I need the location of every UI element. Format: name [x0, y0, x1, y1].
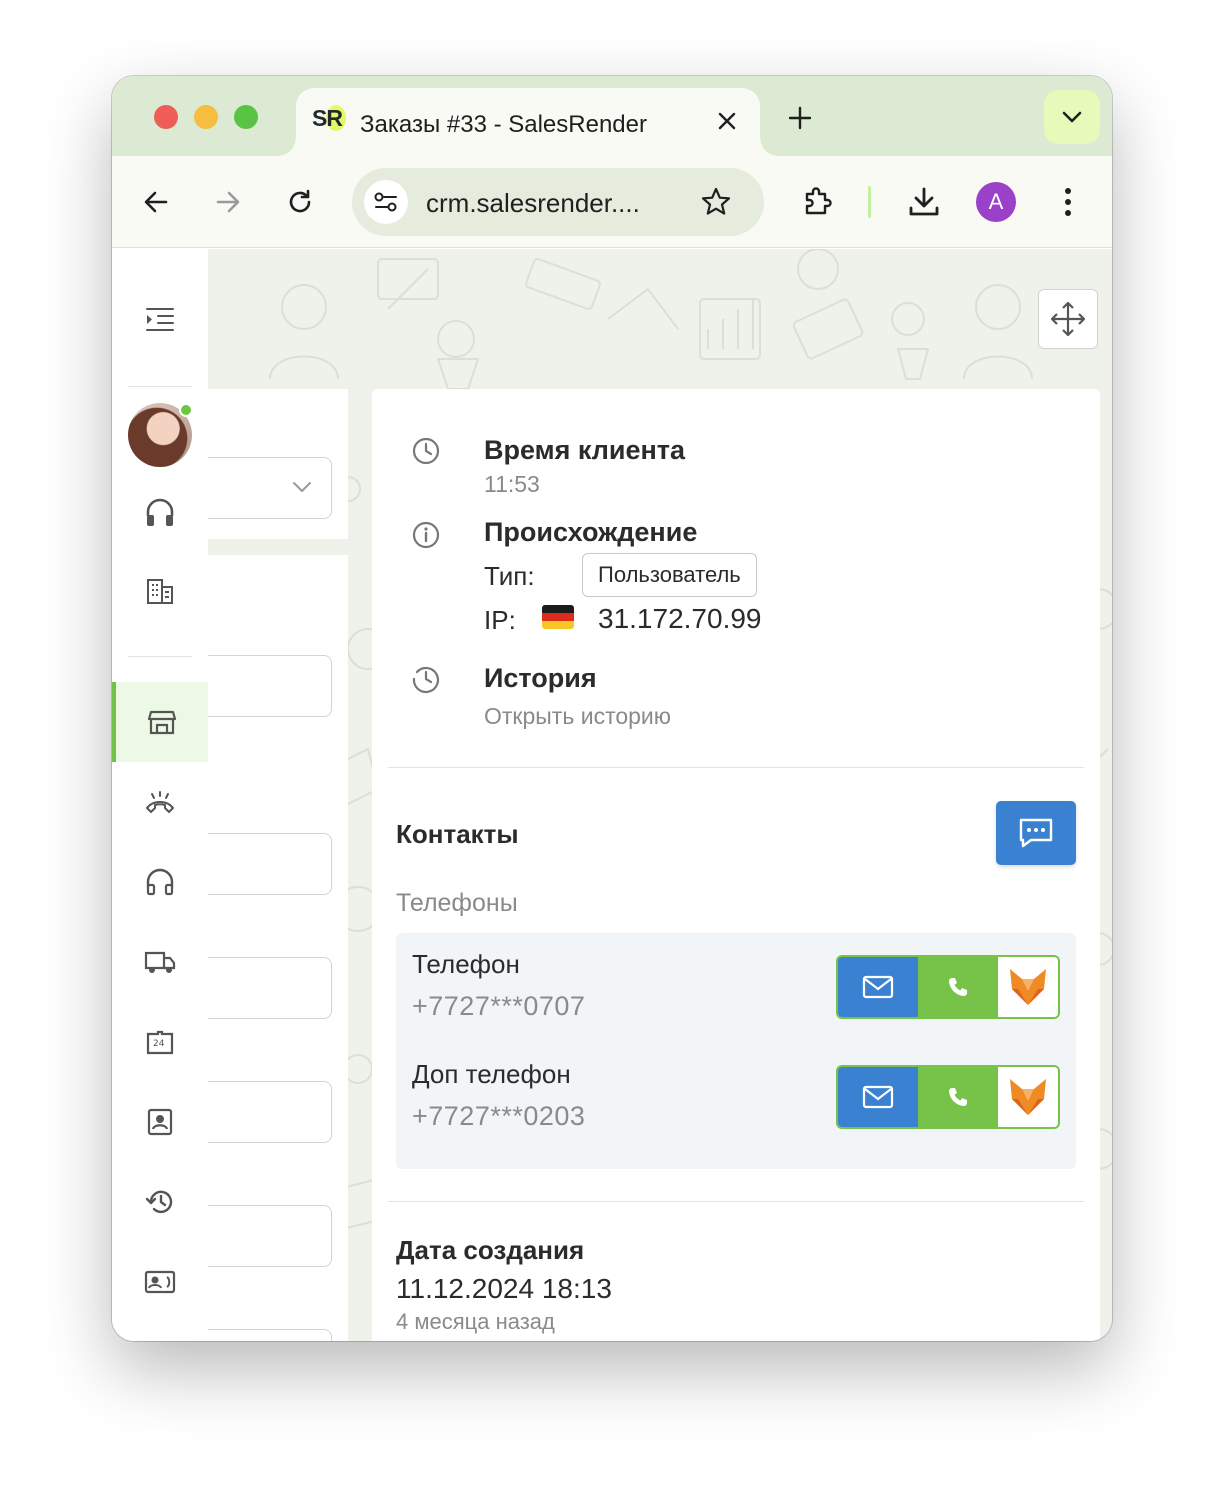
close-window-button[interactable] [154, 105, 178, 129]
form-field-5[interactable] [208, 1205, 332, 1267]
form-field-2[interactable] [208, 833, 332, 895]
new-tab-icon[interactable] [782, 100, 818, 136]
extensions-puzzle-icon[interactable] [798, 182, 838, 222]
minimize-window-button[interactable] [194, 105, 218, 129]
form-field-3[interactable] [208, 957, 332, 1019]
sidebar-toggle-icon[interactable] [112, 289, 208, 349]
history-clock-icon [410, 663, 442, 695]
form-field-6[interactable] [208, 1329, 332, 1341]
call-phone-button[interactable] [918, 957, 998, 1017]
tab-strip: SR Заказы #33 - SalesRender [112, 76, 1112, 156]
salesrender-favicon-icon: SR [312, 104, 348, 134]
sms-mail-button[interactable] [838, 957, 918, 1017]
order-info-card: Время клиента 11:53 Происхождение Тип: П… [372, 389, 1100, 1341]
sidebar-item-history[interactable] [112, 1172, 208, 1232]
phone-number: +7727***0203 [412, 1101, 586, 1131]
phone-actions [836, 955, 1060, 1019]
fox-integration-button[interactable] [998, 957, 1058, 1017]
back-arrow-icon[interactable] [136, 182, 176, 222]
fullscreen-window-button[interactable] [234, 105, 258, 129]
tab-search-chevron-down-icon[interactable] [1044, 90, 1100, 144]
tab-title: Заказы #33 - SalesRender [360, 111, 647, 138]
phones-list: Телефон +7727***0707 Доп телефон +7727**… [396, 933, 1076, 1169]
toolbar-divider [868, 186, 871, 218]
phone-actions [836, 1065, 1060, 1129]
url-text[interactable]: crm.salesrender.... [426, 188, 640, 219]
sms-mail-button[interactable] [838, 1067, 918, 1127]
sidebar-item-shop[interactable] [112, 682, 208, 762]
type-label: Тип: [484, 561, 535, 591]
bookmark-star-icon[interactable] [696, 182, 736, 222]
created-relative: 4 месяца назад [396, 1309, 555, 1334]
clock-icon [410, 435, 442, 467]
sidebar-item-headphones[interactable] [112, 852, 208, 912]
sidebar-item-contact-card[interactable] [112, 1092, 208, 1152]
created-datetime: 11.12.2024 18:13 [396, 1273, 612, 1304]
client-time-title: Время клиента [484, 435, 686, 465]
history-title: История [484, 663, 597, 693]
address-bar[interactable]: crm.salesrender.... [352, 168, 764, 236]
sidebar-item-call-end[interactable] [112, 772, 208, 832]
browser-toolbar: crm.salesrender.... [112, 156, 1112, 248]
site-settings-icon[interactable] [364, 180, 408, 224]
phones-title: Телефоны [396, 889, 518, 917]
open-history-link[interactable]: Открыть историю [484, 703, 671, 730]
client-time-value: 11:53 [484, 471, 540, 497]
created-date-title: Дата создания [396, 1235, 585, 1265]
sidebar-item-delivery-truck[interactable] [112, 932, 208, 992]
download-icon[interactable] [904, 182, 944, 222]
germany-flag-icon [542, 605, 574, 629]
origin-type-badge: Пользователь [582, 553, 757, 597]
sidebar-item-company-building[interactable] [112, 561, 208, 621]
forward-arrow-icon[interactable] [208, 182, 248, 222]
more-menu-icon[interactable] [1048, 182, 1088, 222]
fox-integration-button[interactable] [998, 1067, 1058, 1127]
phone-label: Доп телефон [412, 1059, 571, 1089]
online-status-indicator [179, 403, 193, 417]
tab-orders[interactable]: SR Заказы #33 - SalesRender [278, 88, 778, 156]
ip-label: IP: [484, 605, 516, 635]
phone-label: Телефон [412, 949, 520, 979]
origin-title: Происхождение [484, 517, 698, 547]
move-drag-icon[interactable] [1038, 289, 1098, 349]
info-icon [410, 519, 442, 551]
reload-icon[interactable] [280, 182, 320, 222]
sidebar-nav: 24 [112, 249, 208, 1341]
phone-number: +7727***0707 [412, 991, 586, 1021]
sidebar-item-operator-headset[interactable] [112, 483, 208, 543]
sidebar-item-warehouse-24[interactable]: 24 [112, 1012, 208, 1072]
filter-select[interactable] [208, 457, 332, 519]
profile-avatar[interactable]: A [976, 182, 1016, 222]
form-field-4[interactable] [208, 1081, 332, 1143]
svg-text:24: 24 [153, 1039, 165, 1049]
form-field-1[interactable] [208, 655, 332, 717]
send-message-button[interactable] [996, 801, 1076, 865]
sidebar-item-contact-phone[interactable] [112, 1252, 208, 1312]
call-phone-button[interactable] [918, 1067, 998, 1127]
browser-window: SR Заказы #33 - SalesRender crm.salesren… [112, 76, 1112, 1341]
contacts-title: Контакты [396, 819, 519, 849]
close-tab-icon[interactable] [712, 106, 742, 136]
ip-value: 31.172.70.99 [598, 603, 762, 634]
page-content: 24 Время клиента 11:53 Происхождение Тип… [112, 249, 1112, 1341]
